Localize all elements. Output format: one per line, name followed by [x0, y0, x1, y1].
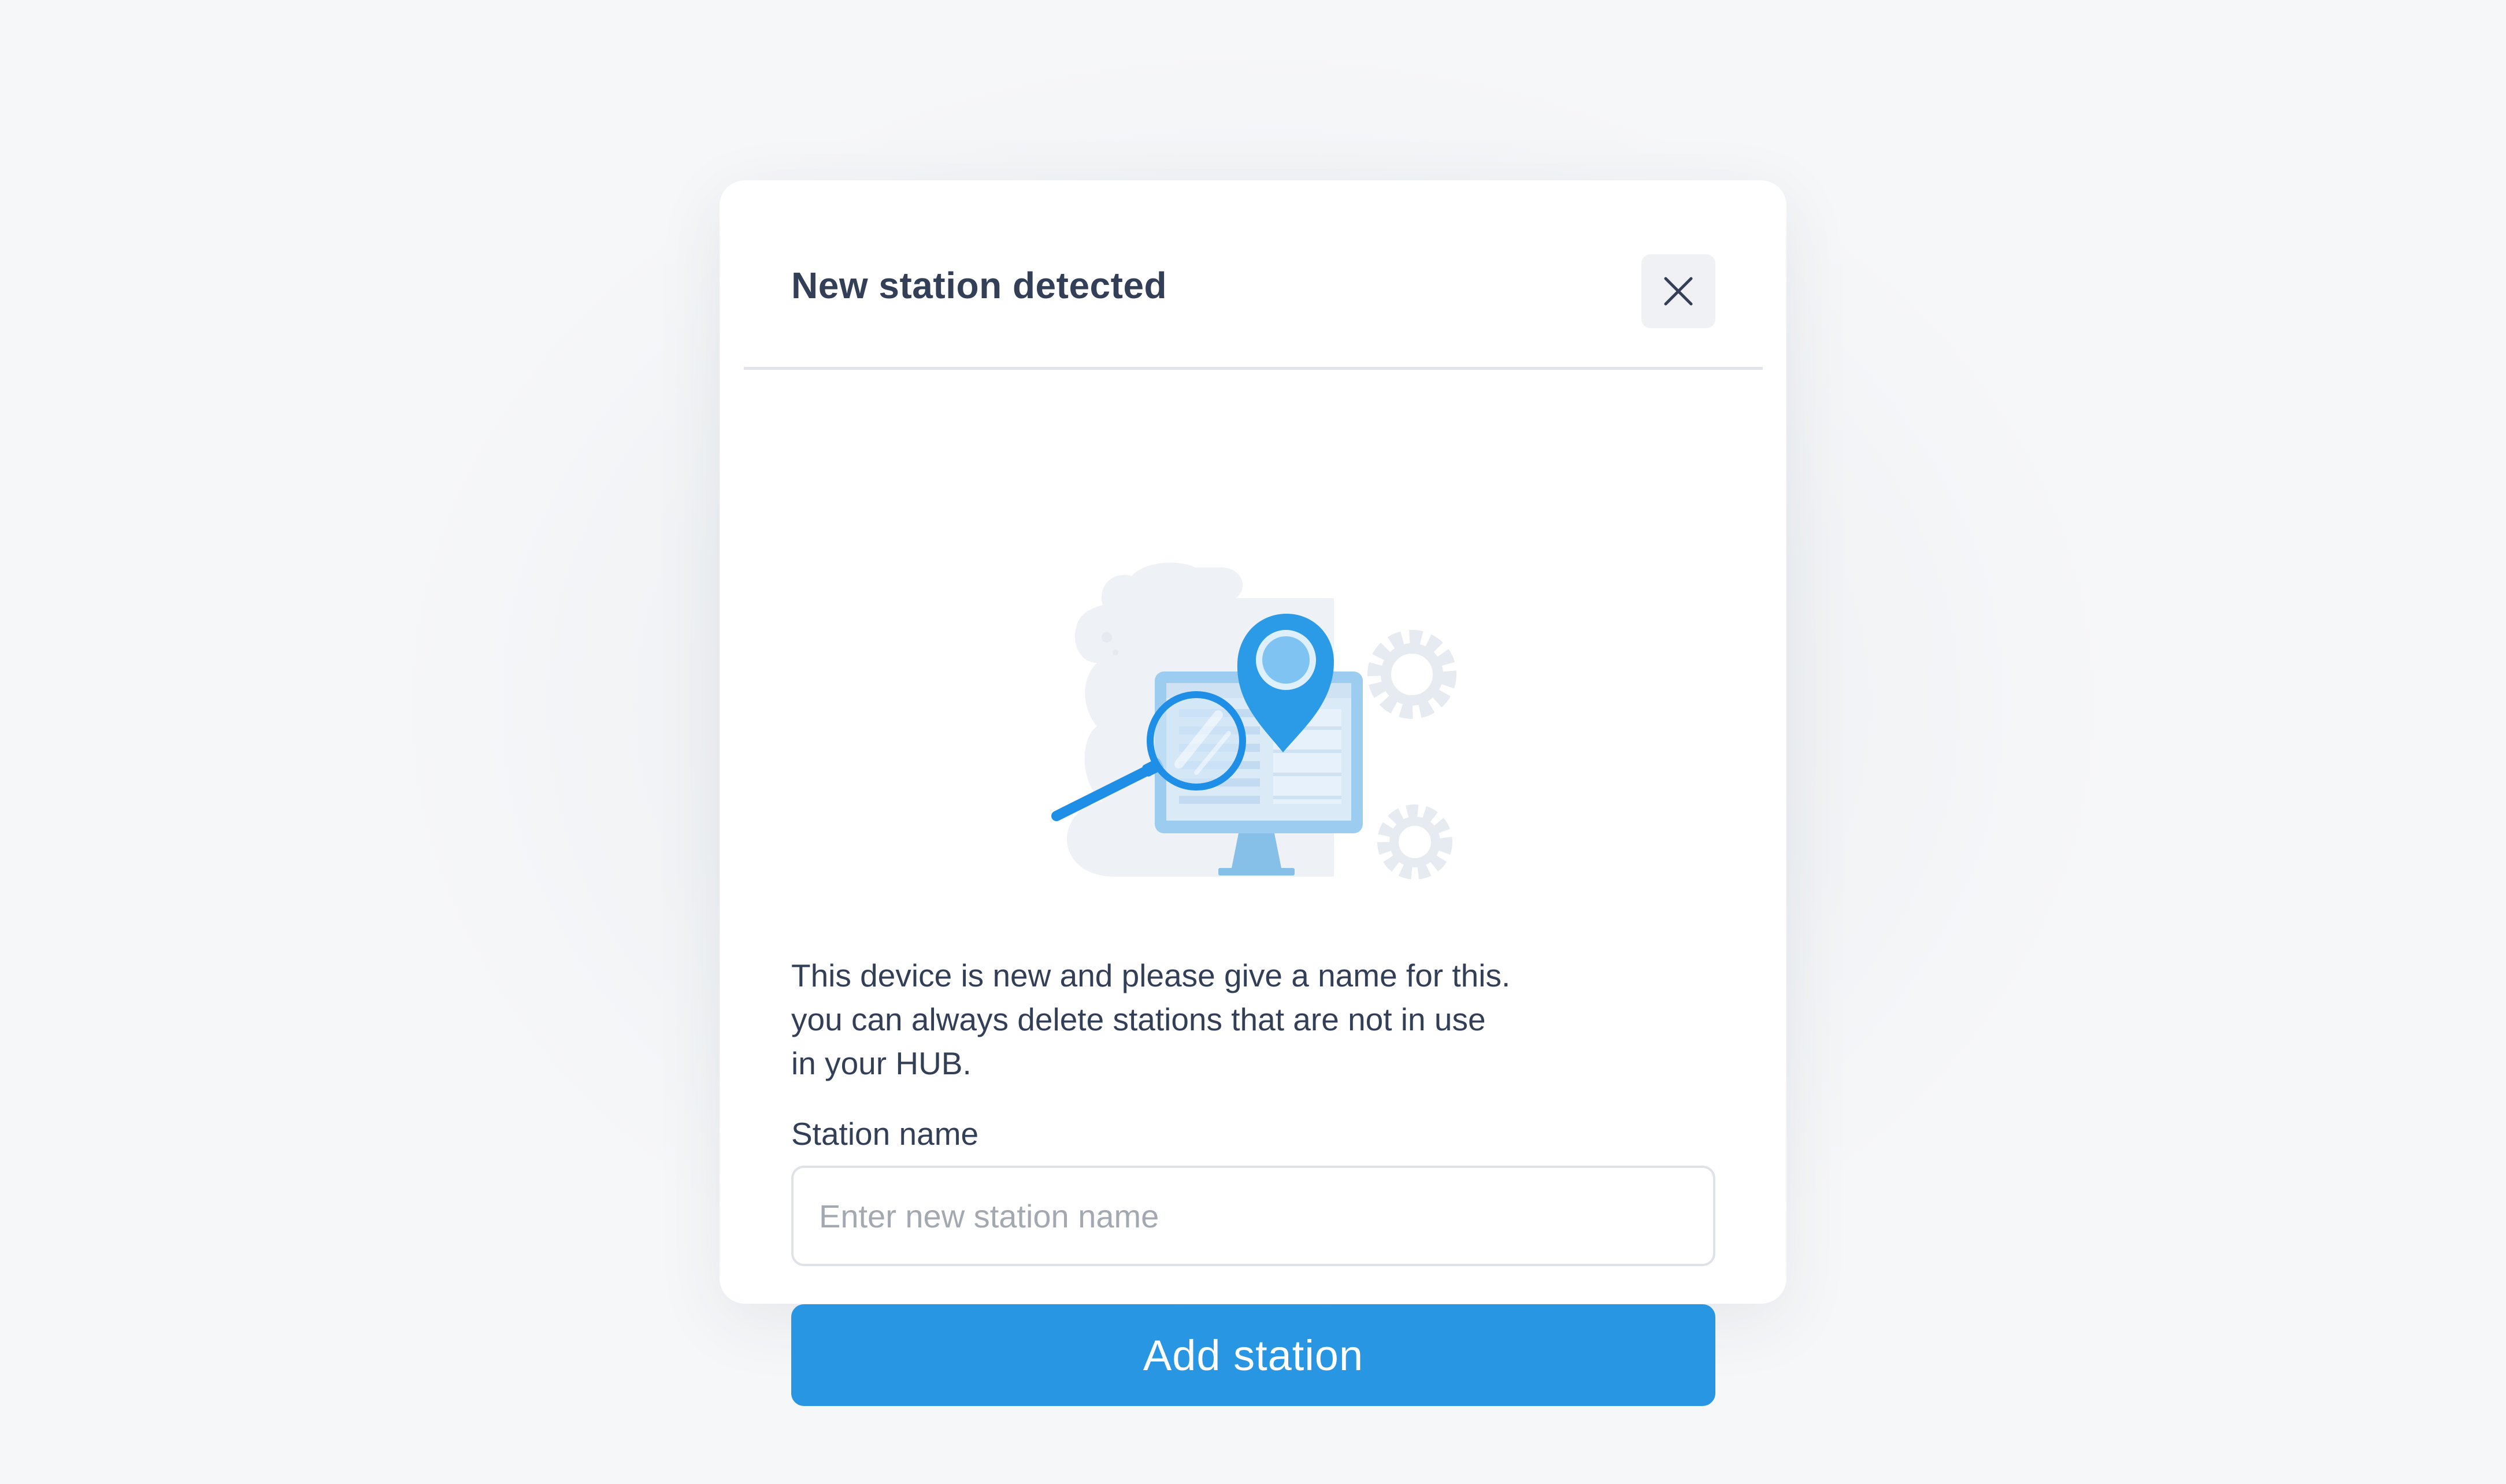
close-icon — [1662, 275, 1695, 307]
station-name-label: Station name — [791, 1116, 979, 1152]
computer-search-location-illustration — [1045, 414, 1461, 885]
header-divider — [744, 367, 1763, 370]
dialog-title: New station detected — [791, 265, 1167, 306]
close-button[interactable] — [1641, 254, 1715, 328]
dialog-header: New station detected — [720, 180, 1786, 368]
station-name-input[interactable] — [791, 1166, 1715, 1266]
description-line: you can always delete stations that are … — [791, 1001, 1486, 1037]
description-line: This device is new and please give a nam… — [791, 958, 1511, 993]
dialog-description: This device is new and please give a nam… — [791, 954, 1658, 1085]
description-line: in your HUB. — [791, 1045, 972, 1081]
add-station-button[interactable]: Add station — [791, 1304, 1715, 1406]
new-station-dialog: New station detected This device is new … — [720, 180, 1786, 1406]
